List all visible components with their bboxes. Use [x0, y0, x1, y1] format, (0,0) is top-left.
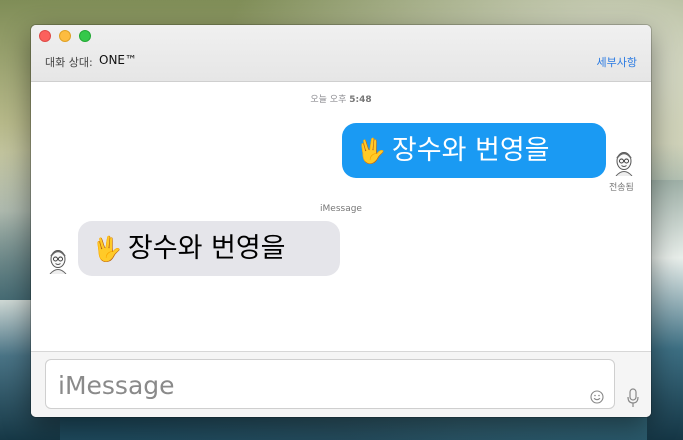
timestamp-time: 5:48 [349, 95, 372, 105]
avatar-icon[interactable] [613, 150, 635, 177]
message-input[interactable] [56, 366, 580, 404]
message-timestamp: 오늘 오후 5:48 [31, 92, 651, 105]
avatar-icon[interactable] [47, 248, 69, 275]
vulcan-salute-emoji: 🖖 [92, 235, 122, 263]
microphone-icon[interactable] [627, 388, 639, 408]
recipient-name[interactable]: ONE™ [99, 53, 137, 67]
message-input-container[interactable] [45, 359, 615, 409]
message-composer [31, 351, 651, 417]
close-window-button[interactable] [39, 30, 51, 42]
incoming-message-bubble[interactable]: 🖖 장수와 번영을 [78, 221, 340, 276]
vulcan-salute-emoji: 🖖 [356, 137, 386, 165]
message-text: 장수와 번영을 [127, 233, 286, 264]
zoom-window-button[interactable] [79, 30, 91, 42]
delivery-status: 전송됨 [609, 183, 634, 193]
message-text: 장수와 번영을 [391, 135, 550, 166]
details-button[interactable]: 세부사항 [597, 54, 637, 70]
timestamp-day: 오늘 오후 [310, 95, 347, 105]
outgoing-message-bubble[interactable]: 🖖 장수와 번영을 [342, 123, 606, 178]
to-label: 대화 상대: [45, 56, 93, 69]
minimize-window-button[interactable] [59, 30, 71, 42]
window-titlebar: 대화 상대: ONE™ 세부사항 [31, 25, 651, 82]
messages-window: 대화 상대: ONE™ 세부사항 오늘 오후 5:48 🖖 장수와 번영을 전송됨… [31, 25, 651, 417]
smiley-icon[interactable] [590, 390, 604, 404]
desktop-wallpaper-wave [647, 180, 683, 440]
service-label: iMessage [320, 204, 362, 214]
